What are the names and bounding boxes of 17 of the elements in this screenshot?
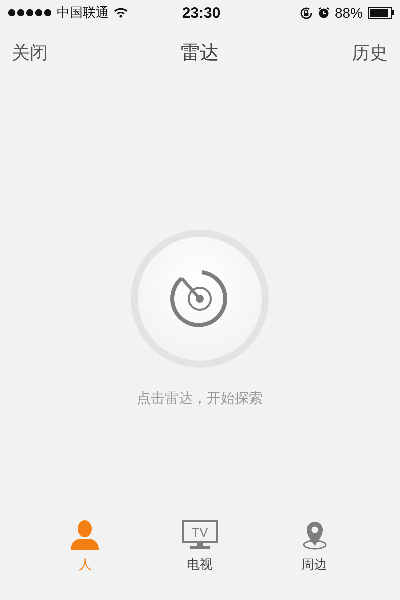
alarm-icon bbox=[318, 7, 330, 19]
location-pin-icon bbox=[302, 520, 328, 550]
close-button[interactable]: 关闭 bbox=[12, 41, 48, 65]
wifi-icon bbox=[114, 8, 128, 18]
clock-time: 23:30 bbox=[182, 4, 221, 22]
page-title: 雷达 bbox=[181, 41, 219, 66]
tab-item[interactable]: 周边 bbox=[284, 520, 345, 574]
radar-hint: 点击雷达，开始探索 bbox=[137, 390, 263, 408]
person-icon bbox=[71, 520, 100, 550]
tab-item[interactable]: TV 电视 bbox=[170, 520, 230, 574]
history-button[interactable]: 历史 bbox=[352, 41, 388, 65]
radar-icon bbox=[170, 269, 230, 329]
battery-percent: 88% bbox=[334, 5, 363, 21]
battery-icon bbox=[368, 7, 395, 19]
carrier-name: 中国联通 bbox=[57, 5, 109, 22]
rotation-lock-icon bbox=[300, 6, 313, 20]
signal-icon bbox=[8, 9, 52, 17]
